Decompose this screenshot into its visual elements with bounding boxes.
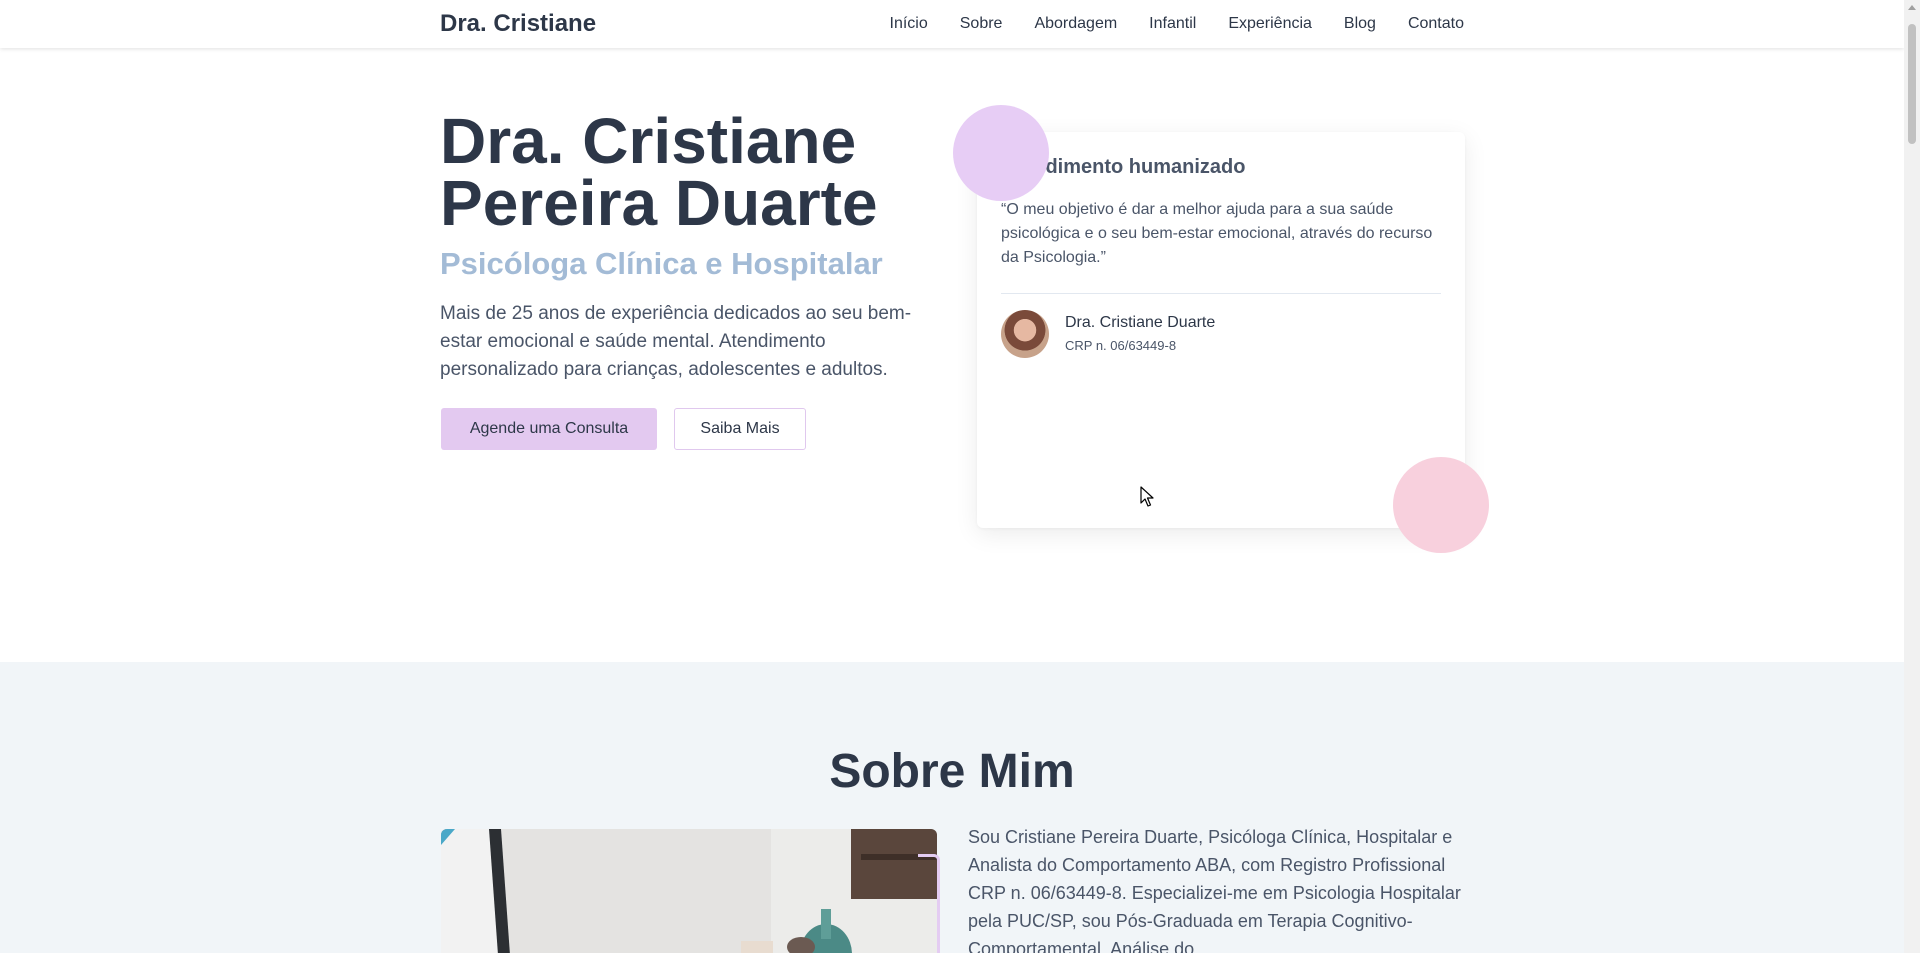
hero-title: Dra. Cristiane Pereira Duarte xyxy=(440,105,878,239)
nav-link-abordagem[interactable]: Abordagem xyxy=(1034,15,1117,33)
quote-card: Atendimento humanizado “O meu objetivo é… xyxy=(977,132,1465,528)
schedule-consultation-button[interactable]: Agende uma Consulta xyxy=(441,408,657,450)
avatar xyxy=(1001,310,1049,358)
nav-link-experiencia[interactable]: Experiência xyxy=(1228,15,1312,33)
nav-link-blog[interactable]: Blog xyxy=(1344,15,1376,33)
main-nav: Início Sobre Abordagem Infantil Experiên… xyxy=(890,15,1465,33)
decorative-circle-pink xyxy=(1393,457,1489,553)
about-section: Sobre Mim Sou Cristiane Pereira Duarte, … xyxy=(0,662,1904,953)
about-photo xyxy=(441,829,937,953)
nav-link-sobre[interactable]: Sobre xyxy=(960,15,1003,33)
decorative-circle-purple xyxy=(953,105,1049,201)
page: Dra. Cristiane Início Sobre Abordagem In… xyxy=(0,0,1904,953)
hero-subtitle: Psicóloga Clínica e Hospitalar xyxy=(440,246,883,281)
nav-link-infantil[interactable]: Infantil xyxy=(1149,15,1196,33)
photo-accent-border xyxy=(918,854,940,953)
navbar: Dra. Cristiane Início Sobre Abordagem In… xyxy=(0,0,1904,48)
card-quote: “O meu objetivo é dar a melhor ajuda par… xyxy=(1001,201,1433,266)
nav-link-inicio[interactable]: Início xyxy=(890,15,928,33)
about-heading: Sobre Mim xyxy=(829,745,1075,798)
about-photo-image xyxy=(441,829,937,953)
author-name: Dra. Cristiane Duarte xyxy=(1065,314,1216,331)
brand-logo[interactable]: Dra. Cristiane xyxy=(440,10,596,38)
hero-description: Mais de 25 anos de experiência dedicados… xyxy=(440,303,912,380)
about-text: Sou Cristiane Pereira Duarte, Psicóloga … xyxy=(968,827,1461,953)
card-divider xyxy=(1001,293,1441,294)
author-crp: CRP n. 06/63449-8 xyxy=(1065,338,1177,353)
mouse-cursor-icon xyxy=(1140,486,1154,507)
vertical-scrollbar[interactable] xyxy=(1904,0,1920,953)
hero-section: Dra. Cristiane Pereira Duarte Psicóloga … xyxy=(0,48,1904,662)
scroll-up-arrow-icon[interactable] xyxy=(1908,5,1916,10)
nav-link-contato[interactable]: Contato xyxy=(1408,15,1464,33)
learn-more-button[interactable]: Saiba Mais xyxy=(674,408,806,450)
scrollbar-thumb[interactable] xyxy=(1908,24,1916,144)
